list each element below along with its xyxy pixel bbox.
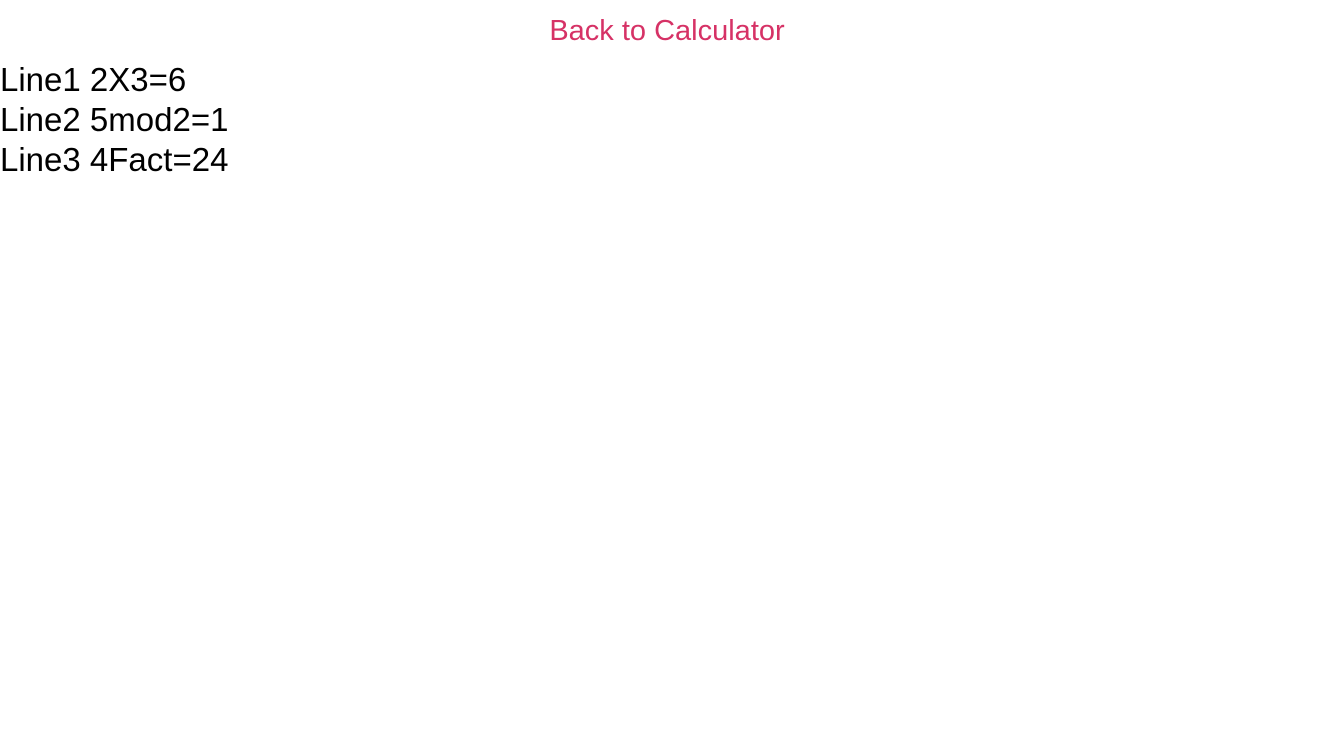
history-line: Line1 2X3=6	[0, 61, 187, 98]
back-to-calculator-button[interactable]: Back to Calculator	[0, 12, 1334, 50]
history-list: Line1 2X3=6 Line2 5mod2=1 Line3 4Fact=24	[0, 60, 228, 180]
history-line: Line3 4Fact=24	[0, 141, 229, 178]
history-line: Line2 5mod2=1	[0, 101, 229, 138]
